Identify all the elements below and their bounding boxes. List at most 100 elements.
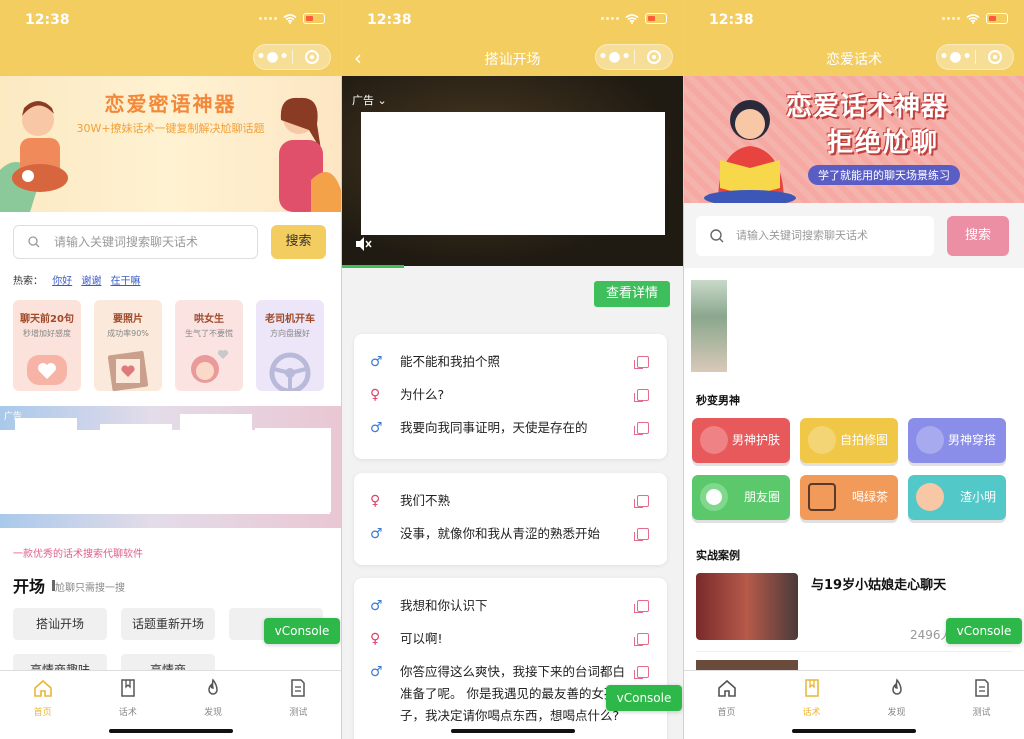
chat-line[interactable]: ♀ 为什么?: [354, 384, 667, 406]
mini-program-capsule[interactable]: •●•: [595, 44, 673, 70]
card-title: 老司机开车: [265, 314, 315, 325]
topic-pill[interactable]: 话题重新开场: [121, 608, 215, 640]
category-card[interactable]: 聊天前20句 秒增加好感度: [13, 300, 81, 391]
tab-label: 测试: [289, 708, 308, 718]
more-icon[interactable]: •●•: [254, 49, 292, 65]
category-tile[interactable]: 男神穿搭: [908, 418, 1006, 463]
signal-icon: [942, 17, 960, 20]
banner-title: 恋爱密语神器: [104, 92, 237, 116]
chat-line[interactable]: ♂ 没事，就像你和我从青涩的熟悉开始: [354, 523, 667, 545]
vconsole-button[interactable]: vConsole: [946, 618, 1022, 644]
home-indicator: [450, 729, 575, 733]
section-title: 开场: [13, 577, 46, 596]
search-input[interactable]: 请输入关键词搜索聊天话术: [696, 216, 934, 256]
close-miniprogram-icon[interactable]: [976, 50, 1013, 64]
divider: [696, 651, 1012, 652]
category-card[interactable]: 要照片 成功率90%: [94, 300, 162, 391]
chat-line[interactable]: ♂ 我要向我同事证明，天使是存在的: [354, 417, 667, 439]
man-avatar-icon: [916, 483, 944, 511]
phone-home-screen: 12:38 •●• 恋爱密语神器 30W+撩妹话术一键复制解决尬聊话题 请输入关…: [0, 0, 341, 739]
close-miniprogram-icon[interactable]: [293, 50, 330, 64]
tab-home[interactable]: 首页: [0, 671, 85, 739]
video-progress-bar: [342, 265, 404, 268]
phone-scripts-screen: 12:38 恋爱话术 •●• 恋爱话术神器 拒绝尬聊 学了就能用的聊天场景练习 …: [684, 0, 1024, 739]
category-cards: 聊天前20句 秒增加好感度 要照片 成功率90% 哄女生 生气了不要慌 老司机开…: [13, 300, 324, 391]
male-icon: ♂: [370, 598, 383, 614]
male-icon: ♂: [370, 420, 383, 436]
tab-bar: 首页 话术 发现 测试: [684, 670, 1024, 739]
female-icon: ♀: [370, 493, 381, 509]
tab-test[interactable]: 测试: [939, 671, 1024, 739]
view-details-button[interactable]: 查看详情: [594, 281, 670, 307]
tab-test[interactable]: 测试: [256, 671, 341, 739]
chat-text: 我们不熟: [400, 493, 451, 508]
case-title[interactable]: 与19岁小姑娘走心聊天: [811, 574, 946, 593]
section-title: 秒变男神: [696, 394, 740, 407]
mini-program-capsule[interactable]: •●•: [936, 44, 1014, 70]
chat-text: 我想和你认识下: [400, 598, 488, 613]
category-card[interactable]: 哄女生 生气了不要慌: [175, 300, 243, 391]
ad-thumbnail[interactable]: [691, 280, 727, 372]
card-subtitle: 成功率90%: [107, 329, 149, 338]
home-banner[interactable]: 恋爱密语神器 30W+撩妹话术一键复制解决尬聊话题: [0, 76, 341, 212]
hot-item[interactable]: 谢谢: [81, 276, 101, 287]
hot-item[interactable]: 你好: [52, 276, 72, 287]
tab-label: 首页: [33, 708, 52, 718]
copy-icon[interactable]: [634, 666, 649, 679]
home-icon: [33, 679, 52, 697]
more-icon[interactable]: •●•: [596, 49, 634, 65]
close-miniprogram-icon[interactable]: [635, 50, 672, 64]
ad-label: 广告 ⌄: [352, 94, 387, 107]
chat-line[interactable]: ♀ 可以啊!: [354, 628, 667, 650]
chat-line[interactable]: ♂ 我想和你认识下: [354, 595, 667, 617]
mini-program-capsule[interactable]: •●•: [253, 44, 331, 70]
status-time: 12:38: [367, 12, 412, 28]
status-icons: [942, 13, 1008, 24]
video-ad[interactable]: 广告 ⌄: [342, 76, 683, 266]
vconsole-button[interactable]: vConsole: [606, 685, 682, 711]
flame-icon: [891, 678, 902, 695]
more-icon[interactable]: •●•: [937, 49, 975, 65]
mute-icon[interactable]: [354, 236, 372, 252]
chat-line[interactable]: ♂ 能不能和我拍个照: [354, 351, 667, 373]
tab-bar: 首页 话术 发现 测试: [0, 670, 341, 739]
tab-label: 发现: [204, 708, 223, 718]
copy-icon[interactable]: [634, 422, 649, 435]
section-divider: [52, 580, 55, 591]
tab-home[interactable]: 首页: [684, 671, 769, 739]
battery-icon: [303, 13, 325, 24]
topic-pill[interactable]: 搭讪开场: [13, 608, 107, 640]
copy-icon[interactable]: [634, 633, 649, 646]
chat-heart-icon: [27, 355, 67, 385]
category-tile[interactable]: 渣小明: [908, 475, 1006, 520]
search-button[interactable]: 搜索: [271, 225, 326, 259]
copy-icon[interactable]: [634, 389, 649, 402]
search-button[interactable]: 搜索: [947, 216, 1009, 256]
copy-icon[interactable]: [634, 528, 649, 541]
wifi-icon: [283, 13, 297, 24]
nav-bar: 12:38 ‹ 搭讪开场 •●•: [342, 0, 683, 76]
category-card[interactable]: 老司机开车 方向盘握好: [256, 300, 324, 391]
category-tile[interactable]: 朋友圈: [692, 475, 790, 520]
vconsole-button[interactable]: vConsole: [264, 618, 340, 644]
copy-icon[interactable]: [634, 356, 649, 369]
search-placeholder: 请输入关键词搜索聊天话术: [736, 229, 868, 242]
case-thumbnail[interactable]: [696, 660, 798, 670]
copy-icon[interactable]: [634, 495, 649, 508]
banner-title-line1: 恋爱话术神器: [786, 92, 949, 122]
search-row: 请输入关键词搜索聊天话术 搜索: [13, 225, 329, 259]
category-tile[interactable]: 喝绿茶: [800, 475, 898, 520]
selfie-icon: [808, 426, 836, 454]
case-thumbnail[interactable]: [696, 573, 798, 640]
tile-label: 男神穿搭: [947, 433, 996, 447]
copy-icon[interactable]: [634, 600, 649, 613]
search-input[interactable]: 请输入关键词搜索聊天话术: [13, 225, 258, 259]
chat-line[interactable]: ♀ 我们不熟: [354, 490, 667, 512]
hot-item[interactable]: 在干嘛: [111, 276, 141, 287]
scripts-banner[interactable]: 恋爱话术神器 拒绝尬聊 学了就能用的聊天场景练习: [684, 76, 1024, 203]
tab-label: 话术: [802, 708, 821, 718]
category-tile[interactable]: 自拍修图: [800, 418, 898, 463]
outfit-icon: [916, 426, 944, 454]
category-tile[interactable]: 男神护肤: [692, 418, 790, 463]
ad-banner[interactable]: 广告: [0, 406, 341, 528]
